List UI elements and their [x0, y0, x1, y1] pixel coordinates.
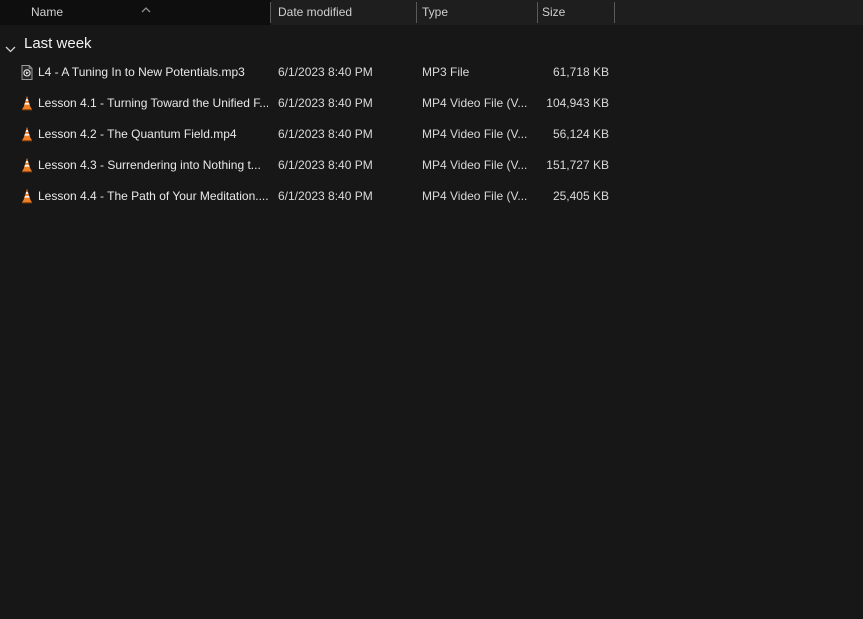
- file-name: L4 - A Tuning In to New Potentials.mp3: [38, 57, 245, 88]
- file-date-modified: 6/1/2023 8:40 PM: [278, 119, 373, 150]
- column-separator[interactable]: [614, 2, 615, 23]
- column-header-type[interactable]: Type: [422, 0, 448, 25]
- file-list: L4 - A Tuning In to New Potentials.mp3 6…: [0, 57, 863, 212]
- column-header-date-modified[interactable]: Date modified: [278, 0, 352, 25]
- file-explorer-window: Name Date modified Type Size Last week: [0, 0, 863, 619]
- media-file-icon: [19, 64, 35, 81]
- column-header-size[interactable]: Size: [542, 0, 565, 25]
- file-name: Lesson 4.3 - Surrendering into Nothing t…: [38, 150, 261, 181]
- file-name: Lesson 4.4 - The Path of Your Meditation…: [38, 181, 268, 212]
- file-date-modified: 6/1/2023 8:40 PM: [278, 181, 373, 212]
- file-date-modified: 6/1/2023 8:40 PM: [278, 150, 373, 181]
- vlc-cone-icon: [19, 157, 35, 174]
- column-separator[interactable]: [270, 2, 271, 23]
- group-header-last-week[interactable]: Last week: [24, 35, 92, 52]
- column-header-band: [271, 0, 863, 25]
- column-separator[interactable]: [537, 2, 538, 23]
- vlc-cone-icon: [19, 95, 35, 112]
- vlc-cone-icon: [19, 188, 35, 205]
- file-date-modified: 6/1/2023 8:40 PM: [278, 88, 373, 119]
- file-size: 151,727 KB: [490, 150, 609, 181]
- file-type: MP3 File: [422, 57, 469, 88]
- file-row[interactable]: Lesson 4.3 - Surrendering into Nothing t…: [0, 150, 863, 181]
- file-size: 25,405 KB: [490, 181, 609, 212]
- file-row[interactable]: Lesson 4.2 - The Quantum Field.mp4 6/1/2…: [0, 119, 863, 150]
- file-row[interactable]: Lesson 4.4 - The Path of Your Meditation…: [0, 181, 863, 212]
- file-size: 104,943 KB: [490, 88, 609, 119]
- column-header-name[interactable]: Name: [31, 0, 63, 25]
- file-row[interactable]: L4 - A Tuning In to New Potentials.mp3 6…: [0, 57, 863, 88]
- file-size: 61,718 KB: [490, 57, 609, 88]
- file-name: Lesson 4.2 - The Quantum Field.mp4: [38, 119, 237, 150]
- file-row[interactable]: Lesson 4.1 - Turning Toward the Unified …: [0, 88, 863, 119]
- chevron-up-icon: [141, 0, 151, 18]
- file-size: 56,124 KB: [490, 119, 609, 150]
- file-date-modified: 6/1/2023 8:40 PM: [278, 57, 373, 88]
- vlc-cone-icon: [19, 126, 35, 143]
- file-name: Lesson 4.1 - Turning Toward the Unified …: [38, 88, 268, 119]
- column-separator[interactable]: [416, 2, 417, 23]
- chevron-down-icon[interactable]: [5, 40, 16, 58]
